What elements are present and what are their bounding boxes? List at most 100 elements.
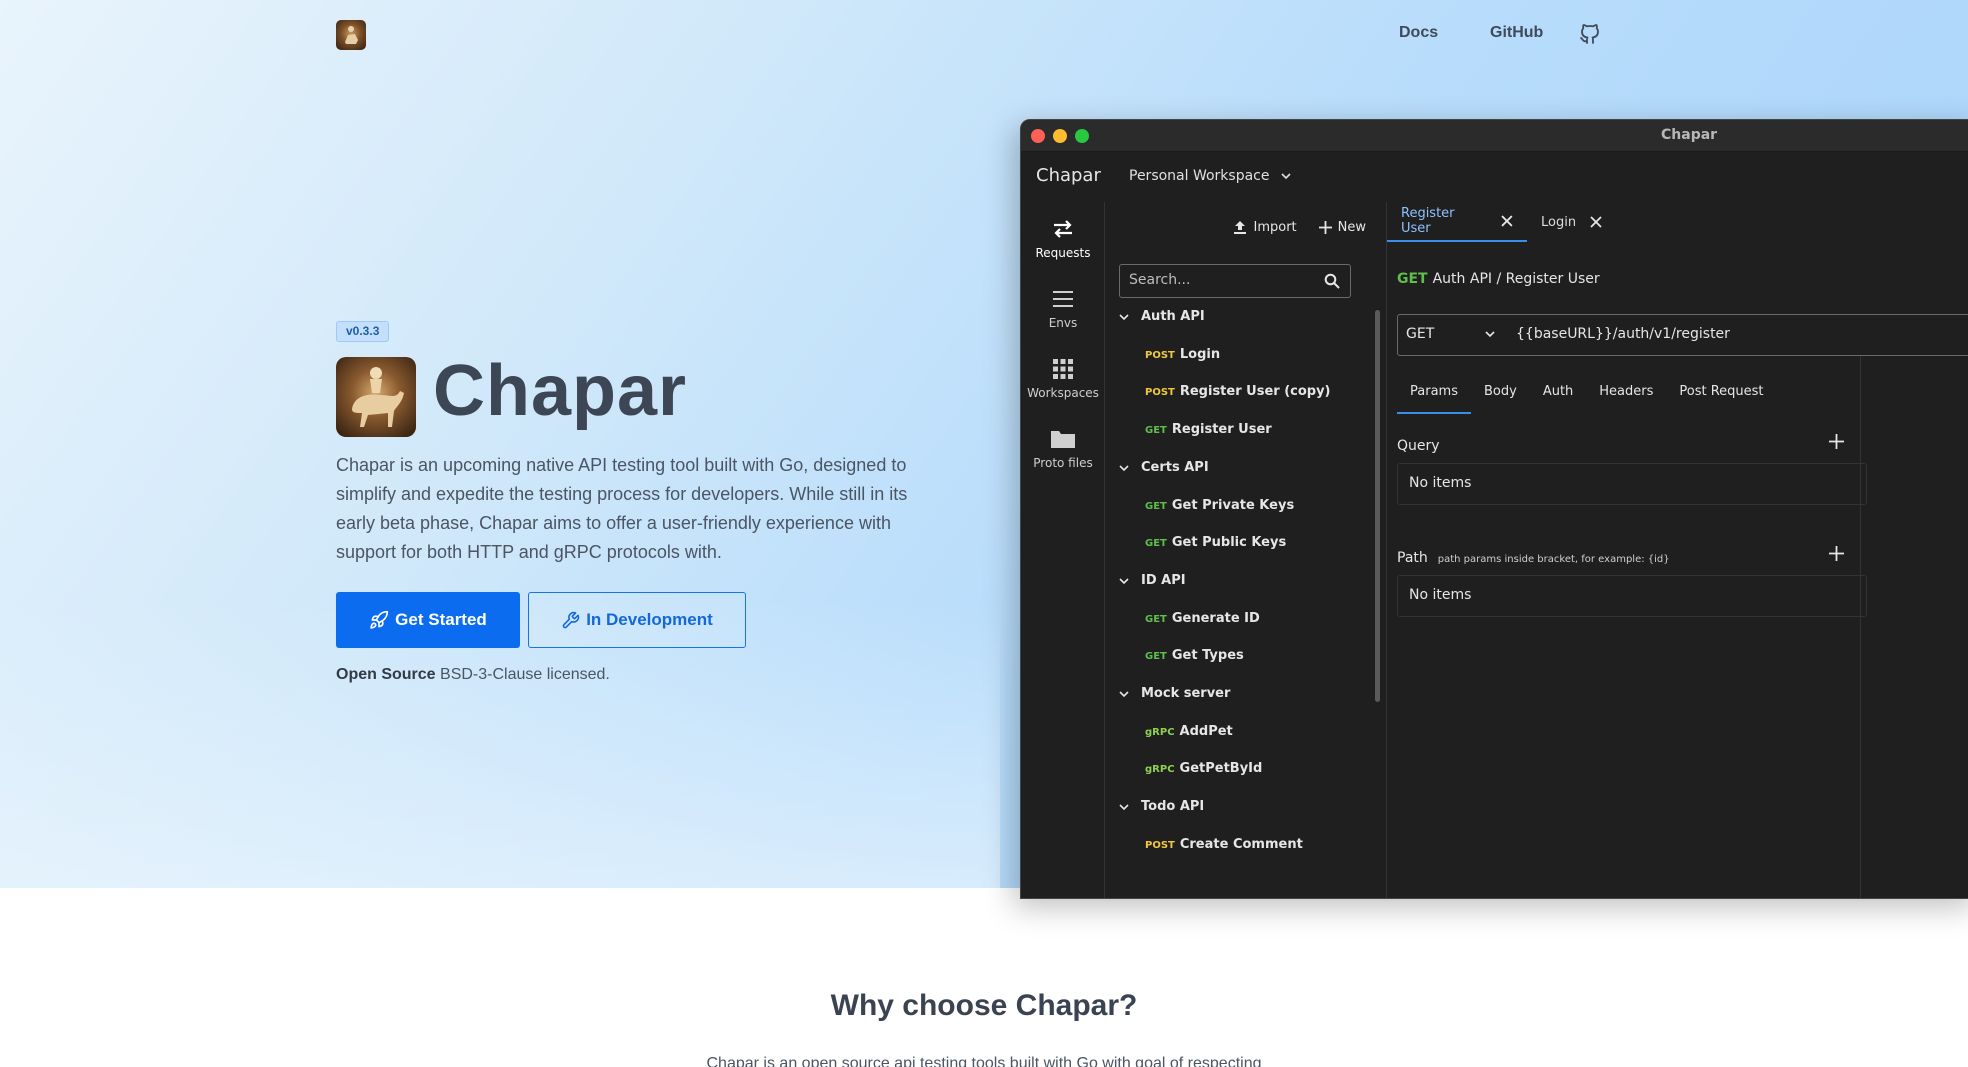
tree-request-item[interactable]: GET Get Types xyxy=(1145,648,1244,663)
tree-request-item[interactable]: GET Generate ID xyxy=(1145,611,1260,626)
sidebar-item-label: Envs xyxy=(1048,316,1078,330)
upload-icon xyxy=(1234,220,1247,234)
query-empty-box: No items xyxy=(1397,463,1867,505)
chevron-down-icon xyxy=(1280,173,1291,180)
window-title: Chapar xyxy=(1661,127,1718,143)
path-hint: path params inside bracket, for example:… xyxy=(1437,554,1670,565)
request-breadcrumb: GET Auth API / Register User xyxy=(1397,271,1600,287)
no-items-text: No items xyxy=(1409,475,1472,491)
tree-request-item[interactable]: POST Register User (copy) xyxy=(1145,384,1331,399)
add-path-button[interactable] xyxy=(1829,545,1844,565)
tree-item-label: Generate ID xyxy=(1171,611,1260,626)
import-button[interactable]: Import xyxy=(1233,220,1297,235)
tab-register-user[interactable]: Register User xyxy=(1387,202,1527,242)
url-bar: GET {{baseURL}}/auth/v1/register xyxy=(1397,314,1968,356)
chevron-down-icon xyxy=(1119,464,1129,471)
sidebar-item-envs[interactable]: Envs xyxy=(1021,288,1105,330)
tab-label: Register User xyxy=(1401,206,1455,236)
method-badge: POST xyxy=(1145,350,1175,361)
sidebar-item-label: Workspaces xyxy=(1027,386,1099,400)
tree-item-label: Get Public Keys xyxy=(1171,535,1287,550)
chevron-down-icon xyxy=(1485,331,1495,338)
tab-post-request[interactable]: Post Request xyxy=(1666,374,1776,414)
nav-github-link[interactable]: GitHub xyxy=(1490,24,1543,42)
request-tabs-bar: Register User Login xyxy=(1387,202,1968,242)
close-icon[interactable] xyxy=(1590,216,1602,228)
why-title: Why choose Chapar? xyxy=(830,989,1138,1022)
tab-body[interactable]: Body xyxy=(1471,374,1530,414)
tree-scrollbar[interactable] xyxy=(1375,310,1380,702)
tab-login[interactable]: Login xyxy=(1527,202,1616,242)
logo-icon[interactable] xyxy=(336,20,366,50)
breadcrumb-name[interactable]: Register User xyxy=(1506,271,1600,287)
nav-docs-link[interactable]: Docs xyxy=(1399,24,1438,42)
chevron-down-icon xyxy=(1119,313,1129,320)
close-window-button[interactable] xyxy=(1031,129,1045,143)
tree-request-item[interactable]: GET Get Public Keys xyxy=(1145,535,1286,550)
chevron-down-icon xyxy=(1119,803,1129,810)
breadcrumb-method: GET xyxy=(1397,271,1428,287)
tree-item-label: Get Private Keys xyxy=(1171,498,1295,513)
rocket-icon xyxy=(370,610,389,629)
tree-folder-label: Certs API xyxy=(1141,460,1209,475)
tools-icon xyxy=(562,611,580,628)
plus-icon xyxy=(1829,434,1844,449)
folder-icon xyxy=(1051,431,1075,448)
swap-arrows-icon xyxy=(1054,220,1072,238)
add-query-button[interactable] xyxy=(1829,433,1844,453)
url-input[interactable]: {{baseURL}}/auth/v1/register xyxy=(1516,326,1730,342)
sidebar-item-label: Proto files xyxy=(1033,456,1093,470)
tree-request-item[interactable]: POST Create Comment xyxy=(1145,837,1303,852)
method-value: GET xyxy=(1406,326,1435,342)
sidebar-item-proto-files[interactable]: Proto files xyxy=(1021,428,1105,470)
tree-folder[interactable]: Auth API xyxy=(1119,309,1205,324)
method-badge: GET xyxy=(1145,501,1167,512)
tree-folder[interactable]: Todo API xyxy=(1119,799,1204,814)
get-started-button[interactable]: Get Started xyxy=(336,592,520,648)
tree-request-item[interactable]: gRPC GetPetById xyxy=(1145,761,1262,776)
sidebar-item-workspaces[interactable]: Workspaces xyxy=(1021,358,1105,400)
hero-description: Chapar is an upcoming native API testing… xyxy=(336,455,908,562)
tab-params[interactable]: Params xyxy=(1397,374,1471,414)
method-badge: GET xyxy=(1145,614,1167,625)
tree-folder[interactable]: Certs API xyxy=(1119,460,1209,475)
tree-request-item[interactable]: GET Get Private Keys xyxy=(1145,498,1294,513)
app-name: Chapar xyxy=(1036,165,1101,186)
close-icon[interactable] xyxy=(1501,215,1513,227)
method-badge: POST xyxy=(1145,840,1175,851)
maximize-window-button[interactable] xyxy=(1075,129,1089,143)
version-badge: v0.3.3 xyxy=(336,321,390,342)
tree-item-label: GetPetById xyxy=(1179,761,1263,776)
tree-request-item[interactable]: gRPC AddPet xyxy=(1145,724,1233,739)
tab-auth[interactable]: Auth xyxy=(1530,374,1586,414)
search-input[interactable]: Search... xyxy=(1119,264,1351,298)
tree-folder[interactable]: Mock server xyxy=(1119,686,1230,701)
hero-title: Chapar xyxy=(433,351,688,431)
search-placeholder: Search... xyxy=(1129,272,1191,288)
method-badge: GET xyxy=(1145,651,1167,662)
pane-splitter[interactable] xyxy=(1860,356,1861,898)
method-badge: gRPC xyxy=(1145,727,1175,738)
workspace-select[interactable]: Personal Workspace xyxy=(1129,168,1292,184)
method-badge: POST xyxy=(1145,387,1175,398)
new-button[interactable]: New xyxy=(1318,220,1366,235)
menu-lines-icon xyxy=(1053,291,1073,307)
method-select[interactable]: GET xyxy=(1406,326,1496,342)
path-label: Path path params inside bracket, for exam… xyxy=(1397,550,1670,566)
search-icon xyxy=(1324,273,1340,289)
in-development-button[interactable]: In Development xyxy=(528,592,746,648)
tree-folder-label: Mock server xyxy=(1141,686,1231,701)
tree-folder-label: ID API xyxy=(1141,573,1186,588)
sidebar-item-requests[interactable]: Requests xyxy=(1021,218,1105,260)
tree-request-item[interactable]: POST Login xyxy=(1145,347,1220,362)
chevron-down-icon xyxy=(1119,577,1129,584)
tree-folder-label: Todo API xyxy=(1141,799,1205,814)
grid-icon xyxy=(1053,359,1073,379)
tab-headers[interactable]: Headers xyxy=(1586,374,1666,414)
tab-label: Login xyxy=(1541,214,1577,230)
tree-folder[interactable]: ID API xyxy=(1119,573,1186,588)
in-development-label: In Development xyxy=(586,610,713,629)
minimize-window-button[interactable] xyxy=(1053,129,1067,143)
tree-request-item[interactable]: GET Register User xyxy=(1145,422,1272,437)
github-icon[interactable] xyxy=(1578,22,1602,46)
